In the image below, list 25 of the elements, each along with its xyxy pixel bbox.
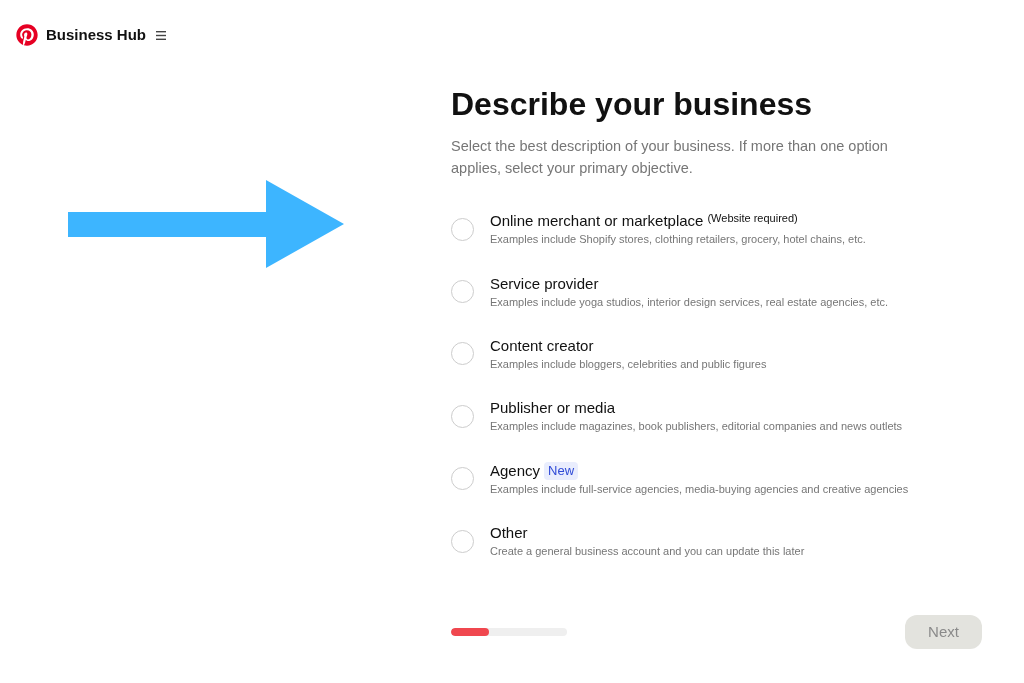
menu-icon[interactable] — [156, 31, 167, 40]
option-description: Examples include Shopify stores, clothing retailers, grocery, hotel chains, etc. — [490, 232, 866, 248]
radio-button[interactable] — [451, 529, 474, 553]
page-heading: Describe your business — [451, 85, 813, 124]
page-description: Select the best description of your business. If more than one option applies, select your primary objective. — [451, 137, 889, 178]
option-description: Examples include bloggers, celebrities and public figures — [490, 356, 767, 372]
option-description: Examples include magazines, book publishers, editorial companies and news outlets — [490, 419, 903, 435]
radio-button[interactable] — [451, 280, 474, 304]
radio-button[interactable] — [451, 404, 474, 428]
app-title: Business Hub — [46, 25, 147, 45]
option-note: (Website required) — [707, 211, 798, 226]
option-title: Service provider — [490, 273, 599, 294]
radio-button[interactable] — [451, 467, 474, 491]
option-title: Online merchant or marketplace — [490, 211, 704, 232]
radio-button[interactable] — [451, 217, 474, 241]
option-description: Examples include yoga studios, interior design services, real estate agencies, etc. — [490, 294, 889, 310]
option-description: Examples include full-service agencies, media-buying agencies and creative agencies — [490, 481, 909, 497]
option-description: Create a general business account and you can update this later — [490, 544, 805, 560]
option-title: Agency — [490, 460, 541, 481]
radio-button[interactable] — [451, 342, 474, 366]
option-title: Publisher or media — [490, 398, 616, 419]
logo-icon[interactable] — [16, 24, 38, 46]
option-title: Content creator — [490, 335, 594, 356]
new-badge: New — [544, 461, 579, 480]
option-title: Other — [490, 523, 528, 544]
